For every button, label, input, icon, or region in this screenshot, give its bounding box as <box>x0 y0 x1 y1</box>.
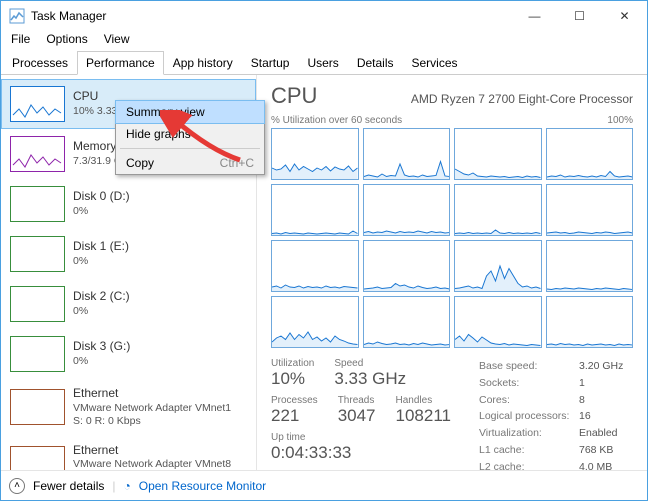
task-manager-window: Task Manager — ☐ ✕ File Options View Pro… <box>0 0 648 501</box>
info-row: Sockets:1 <box>479 375 623 392</box>
maximize-button[interactable]: ☐ <box>557 1 602 31</box>
hnd-label: Handles <box>396 395 451 406</box>
sidebar-item-label: Disk 2 (C:) <box>73 289 247 305</box>
sidebar-item-label: Ethernet <box>73 443 247 459</box>
cpu-core-chart-12 <box>271 296 359 348</box>
info-row: Virtualization:Enabled <box>479 425 623 442</box>
util-label: Utilization <box>271 358 314 369</box>
perfmon-icon: ◔ <box>124 479 131 493</box>
cpu-core-chart-5 <box>363 184 451 236</box>
sidebar-item-label: Ethernet <box>73 386 247 402</box>
tab-services[interactable]: Services <box>403 51 467 75</box>
chevron-up-icon[interactable]: ˄ <box>9 478 25 494</box>
cpu-core-chart-15 <box>546 296 634 348</box>
annotation-arrow <box>160 110 250 170</box>
tab-users[interactable]: Users <box>298 51 347 75</box>
tabstrip: Processes Performance App history Startu… <box>1 51 647 75</box>
speed-value: 3.33 GHz <box>334 369 406 389</box>
menu-view[interactable]: View <box>98 31 136 51</box>
util-value: 10% <box>271 369 314 389</box>
sidebar-item-disk-2[interactable]: Disk 0 (D:)0% <box>1 179 256 229</box>
speed-label: Speed <box>334 358 406 369</box>
thumb-icon <box>10 86 65 122</box>
cpu-charts-grid[interactable] <box>271 128 633 348</box>
menubar: File Options View <box>1 31 647 51</box>
cpu-core-chart-14 <box>454 296 542 348</box>
tab-processes[interactable]: Processes <box>3 51 77 75</box>
thr-value: 3047 <box>338 406 376 426</box>
thr-label: Threads <box>338 395 376 406</box>
tab-app-history[interactable]: App history <box>164 51 242 75</box>
chart-label: % Utilization over 60 seconds <box>271 115 402 126</box>
thumb-icon <box>10 236 65 272</box>
sidebar-item-disk-5[interactable]: Disk 3 (G:)0% <box>1 329 256 379</box>
tab-startup[interactable]: Startup <box>242 51 299 75</box>
menu-options[interactable]: Options <box>40 31 93 51</box>
cpu-core-chart-8 <box>271 240 359 292</box>
sidebar-item-label: Disk 1 (E:) <box>73 239 247 255</box>
info-row: Cores:8 <box>479 392 623 409</box>
titlebar[interactable]: Task Manager — ☐ ✕ <box>1 1 647 31</box>
up-label: Up time <box>271 432 451 443</box>
proc-label: Processes <box>271 395 318 406</box>
cpu-model: AMD Ryzen 7 2700 Eight-Core Processor <box>411 92 633 106</box>
hnd-value: 108211 <box>396 406 451 426</box>
thumb-icon <box>10 446 65 470</box>
footer: ˄ Fewer details | ◔ Open Resource Monito… <box>1 470 647 500</box>
sidebar-item-eth-6[interactable]: EthernetVMware Network Adapter VMnet1S: … <box>1 379 256 436</box>
cpu-core-chart-1 <box>363 128 451 180</box>
sidebar-item-disk-4[interactable]: Disk 2 (C:)0% <box>1 279 256 329</box>
cpu-core-chart-7 <box>546 184 634 236</box>
info-row: L1 cache:768 KB <box>479 442 623 459</box>
menu-file[interactable]: File <box>5 31 36 51</box>
sidebar-item-eth-7[interactable]: EthernetVMware Network Adapter VMnet8S: … <box>1 436 256 470</box>
sidebar-item-label: Disk 3 (G:) <box>73 339 247 355</box>
sidebar-item-disk-3[interactable]: Disk 1 (E:)0% <box>1 229 256 279</box>
main-title: CPU <box>271 83 317 109</box>
up-value: 0:04:33:33 <box>271 443 451 463</box>
cpu-core-chart-4 <box>271 184 359 236</box>
tab-performance[interactable]: Performance <box>77 51 164 75</box>
sidebar-item-label: Disk 0 (D:) <box>73 189 247 205</box>
thumb-icon <box>10 286 65 322</box>
thumb-icon <box>10 136 65 172</box>
cpu-core-chart-2 <box>454 128 542 180</box>
info-row: Base speed:3.20 GHz <box>479 358 623 375</box>
cpu-info-table: Base speed:3.20 GHzSockets:1Cores:8Logic… <box>479 358 623 470</box>
cpu-core-chart-9 <box>363 240 451 292</box>
open-resource-monitor-link[interactable]: Open Resource Monitor <box>139 479 266 493</box>
cpu-core-chart-6 <box>454 184 542 236</box>
cpu-core-chart-13 <box>363 296 451 348</box>
minimize-button[interactable]: — <box>512 1 557 31</box>
main-panel: CPU AMD Ryzen 7 2700 Eight-Core Processo… <box>257 75 647 470</box>
thumb-icon <box>10 389 65 425</box>
app-icon <box>9 8 25 24</box>
cpu-core-chart-11 <box>546 240 634 292</box>
fewer-details-link[interactable]: Fewer details <box>33 479 104 493</box>
close-button[interactable]: ✕ <box>602 1 647 31</box>
proc-value: 221 <box>271 406 318 426</box>
cpu-core-chart-10 <box>454 240 542 292</box>
cpu-core-chart-3 <box>546 128 634 180</box>
thumb-icon <box>10 336 65 372</box>
window-title: Task Manager <box>31 9 512 23</box>
info-row: L2 cache:4.0 MB <box>479 459 623 470</box>
thumb-icon <box>10 186 65 222</box>
cpu-core-chart-0 <box>271 128 359 180</box>
chart-max: 100% <box>607 115 633 126</box>
tab-details[interactable]: Details <box>348 51 403 75</box>
info-row: Logical processors:16 <box>479 408 623 425</box>
